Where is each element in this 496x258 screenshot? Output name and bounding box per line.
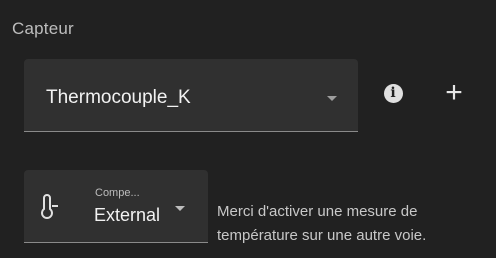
hint-line-2: température sur une autre voie. [217, 227, 427, 244]
info-icon: i [383, 83, 403, 103]
caret-down-icon [327, 96, 337, 101]
add-button[interactable]: + [436, 75, 472, 111]
compensation-label: Compe... [95, 187, 140, 199]
thermometer-icon [41, 194, 58, 219]
chevron-down-icon [175, 206, 185, 211]
sensor-panel: Capteur Thermocouple_K i + Compe... Exte… [0, 0, 496, 258]
sensor-select[interactable]: Thermocouple_K [24, 59, 358, 132]
sensor-select-value: Thermocouple_K [46, 87, 191, 108]
plus-icon: + [445, 76, 463, 109]
section-title: Capteur [12, 19, 74, 38]
compensation-value: External [94, 205, 161, 225]
info-button[interactable]: i [375, 75, 411, 111]
hint-text: Merci d'activer une mesure de températur… [217, 200, 493, 248]
compensation-select[interactable]: Compe... External [24, 170, 208, 243]
hint-line-1: Merci d'activer une mesure de [217, 203, 418, 220]
